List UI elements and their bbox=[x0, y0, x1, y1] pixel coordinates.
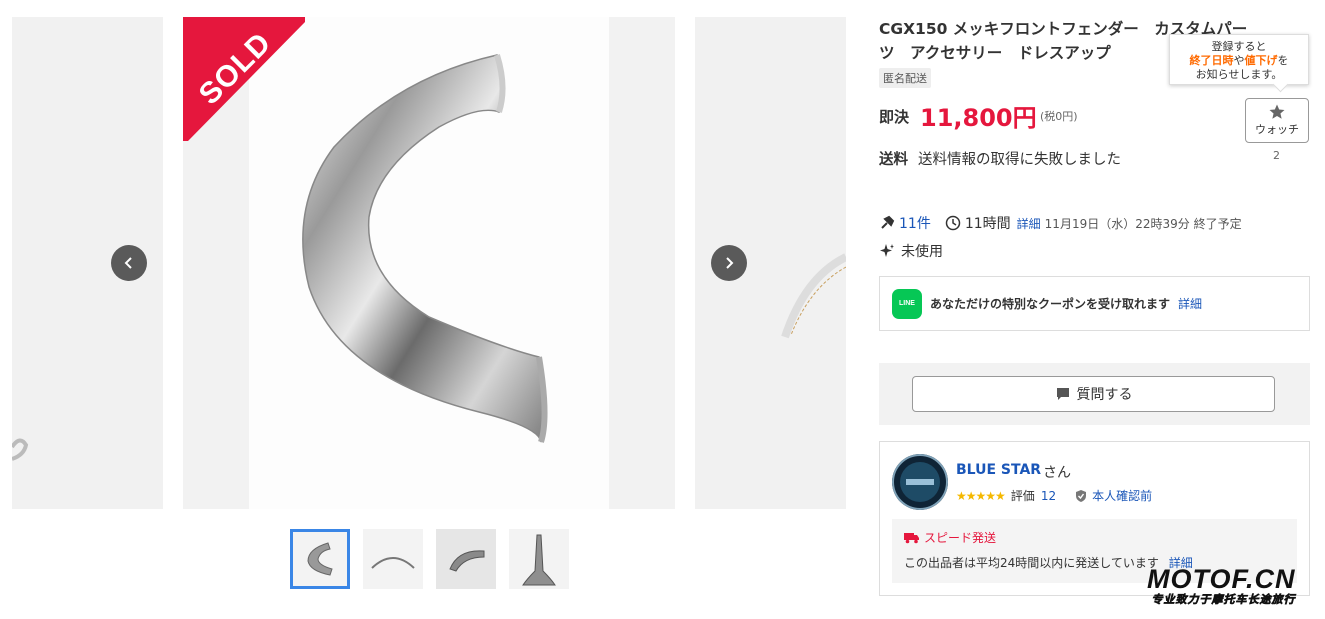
price-label: 即決 bbox=[879, 108, 910, 126]
ask-question-area: 質問する bbox=[879, 363, 1310, 425]
tooltip-connector: や bbox=[1233, 54, 1245, 67]
truck-icon bbox=[904, 532, 919, 543]
chevron-left-icon bbox=[124, 257, 132, 269]
seller-avatar[interactable] bbox=[892, 454, 948, 510]
seller-honorific: さん bbox=[1043, 465, 1071, 481]
ask-question-label: 質問する bbox=[1076, 387, 1133, 403]
tooltip-highlight-price-drop: 値下げ bbox=[1244, 54, 1278, 67]
watch-label: ウォッチ bbox=[1255, 123, 1299, 136]
watermark-subtitle: 专业致力于摩托车长途旅行 bbox=[1151, 593, 1296, 607]
verification-status: 本人確認前 bbox=[1074, 487, 1152, 504]
tax-note: (税0円) bbox=[1040, 110, 1078, 123]
sparkle-icon bbox=[880, 244, 894, 257]
watermark-title: MOTOF.CN bbox=[1147, 564, 1296, 594]
condition-text: 未使用 bbox=[901, 244, 943, 260]
tooltip-line-2: 終了日時や値下げを bbox=[1170, 54, 1308, 68]
bids-count-link[interactable]: 11件 bbox=[899, 213, 931, 233]
end-date: 11月19日（水）22時39分 終了予定 bbox=[1044, 216, 1242, 231]
thumbnail-3[interactable] bbox=[436, 529, 496, 589]
thumbnail-1[interactable] bbox=[290, 529, 350, 589]
condition-row: 未使用 bbox=[879, 241, 943, 261]
tooltip-line-1: 登録すると bbox=[1211, 40, 1267, 53]
time-left: 11時間 bbox=[964, 216, 1011, 232]
tooltip-line-3: お知らせします。 bbox=[1195, 68, 1283, 81]
watch-count: 2 bbox=[1273, 149, 1280, 162]
image-gallery: SOLD bbox=[0, 0, 860, 619]
tooltip-highlight-end-time: 終了日時 bbox=[1189, 54, 1234, 67]
thumbnail-2[interactable] bbox=[363, 529, 423, 589]
line-coupon-banner[interactable]: LINE あなただけの特別なクーポンを受け取れます 詳細 bbox=[879, 276, 1310, 331]
watch-tooltip: 登録すると 終了日時や値下げを お知らせします。 bbox=[1169, 34, 1309, 85]
ask-question-button[interactable]: 質問する bbox=[912, 376, 1275, 412]
price-value: 11,800円 bbox=[920, 104, 1037, 132]
thumbnail-strip bbox=[290, 529, 569, 589]
line-icon: LINE bbox=[892, 288, 922, 319]
tooltip-tail: を bbox=[1277, 54, 1289, 67]
coupon-text: あなただけの特別なクーポンを受け取れます bbox=[930, 297, 1171, 311]
watch-button[interactable]: ウォッチ bbox=[1245, 98, 1309, 143]
thumbnail-4[interactable] bbox=[509, 529, 569, 589]
rating-label: 評価 bbox=[1010, 489, 1035, 503]
shipping-text: 送料情報の取得に失敗しました bbox=[918, 152, 1121, 168]
end-time-detail-link[interactable]: 詳細 bbox=[1017, 215, 1041, 232]
rating-value-link[interactable]: 12 bbox=[1041, 489, 1056, 503]
chevron-right-icon bbox=[726, 257, 734, 269]
gallery-prev-button[interactable] bbox=[111, 245, 147, 281]
star-icon bbox=[1269, 104, 1285, 119]
coupon-detail-link[interactable]: 詳細 bbox=[1178, 295, 1202, 312]
verification-text: 本人確認前 bbox=[1092, 489, 1153, 503]
shield-check-icon bbox=[1076, 489, 1087, 502]
chat-bubble-icon bbox=[1056, 388, 1069, 400]
shipping-label: 送料 bbox=[879, 152, 908, 168]
speed-shipping-label: スピード発送 bbox=[924, 531, 997, 545]
seller-name-link[interactable]: BLUE STAR bbox=[956, 462, 1041, 478]
speed-shipping-title: スピード発送 bbox=[904, 529, 1285, 546]
gavel-icon bbox=[881, 215, 895, 229]
clock-icon bbox=[945, 215, 961, 231]
rating-stars: ★★★★★ bbox=[956, 488, 1006, 503]
site-watermark: MOTOF.CN 专业致力于摩托车长途旅行 bbox=[1147, 565, 1296, 607]
speed-shipping-text: この出品者は平均24時間以内に発送しています bbox=[904, 556, 1159, 570]
anonymous-shipping-badge: 匿名配送 bbox=[879, 68, 931, 88]
seller-avatar-image bbox=[892, 454, 948, 510]
gallery-next-button[interactable] bbox=[711, 245, 747, 281]
seller-rating-row: ★★★★★ 評価 12 本人確認前 bbox=[956, 487, 1152, 504]
auction-meta-row: 11件 11時間 詳細 11月19日（水）22時39分 終了予定 bbox=[879, 213, 1242, 233]
